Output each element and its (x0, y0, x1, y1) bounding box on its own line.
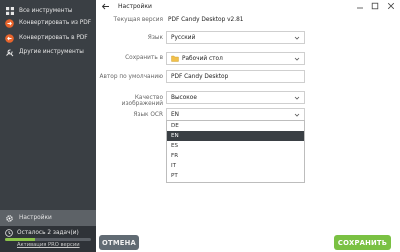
sidebar-item-settings[interactable]: Настройки (0, 210, 96, 226)
tasks-progress-fill (5, 238, 36, 241)
ocr-language-option[interactable]: DE (167, 121, 304, 131)
language-label: Язык (147, 35, 163, 41)
task-status: Осталось 2 задач(и) Активация PRO версии (0, 226, 96, 252)
chevron-down-icon (294, 56, 300, 62)
language-select[interactable]: Русский (166, 31, 305, 44)
image-quality-label: Качество изображений (121, 95, 163, 107)
version-label: Текущая версия (113, 17, 164, 23)
window-title: Настройки (118, 3, 152, 10)
maximize-icon[interactable] (370, 1, 380, 11)
gear-icon (5, 214, 14, 223)
sidebar: Все инструменты Конвертировать из PDF Ко… (0, 0, 96, 252)
author-input[interactable]: PDF Candy Desktop (166, 70, 305, 83)
tasks-remaining: Осталось 2 задач(и) (5, 229, 79, 237)
chevron-down-icon (294, 95, 300, 101)
sidebar-item-convert-from-pdf[interactable]: Конвертировать из PDF (0, 15, 96, 31)
close-icon[interactable] (386, 1, 396, 11)
sidebar-item-label: Настройки (19, 215, 52, 221)
author-label: Автор по умолчанию (99, 74, 163, 80)
version-value: PDF Candy Desktop v2.81 (168, 17, 244, 23)
sidebar-item-label: Конвертировать из PDF (19, 20, 92, 26)
save-to-select[interactable]: Рабочий стол (166, 52, 305, 65)
sidebar-item-label: Все инструменты (19, 8, 73, 14)
tasks-progress-bar (5, 238, 91, 241)
ocr-language-option[interactable]: EN (167, 131, 304, 141)
minimize-icon[interactable] (355, 1, 365, 11)
ocr-language-dropdown: DE EN ES FR IT PT (166, 120, 305, 183)
cancel-button[interactable]: ОТМЕНА (99, 235, 139, 250)
save-button[interactable]: СОХРАНИТЬ (334, 235, 391, 250)
language-select-value: Русский (171, 34, 196, 41)
sidebar-item-other-tools[interactable]: Другие инструменты (0, 44, 96, 60)
sidebar-item-label: Другие инструменты (19, 49, 84, 55)
author-input-value: PDF Candy Desktop (171, 73, 229, 80)
chevron-down-icon (294, 112, 300, 118)
chevron-down-icon (294, 35, 300, 41)
image-quality-select-value: Высокое (171, 94, 197, 101)
image-quality-select[interactable]: Высокое (166, 91, 305, 104)
ocr-language-option[interactable]: PT (167, 171, 304, 181)
activate-pro-link[interactable]: Активация PRO версии (17, 242, 80, 248)
tools-icon (5, 48, 14, 57)
title-bar: Настройки (96, 0, 400, 13)
clock-icon (5, 229, 13, 237)
ocr-language-option[interactable]: FR (167, 151, 304, 161)
ocr-language-option[interactable]: ES (167, 141, 304, 151)
arrow-out-icon (5, 18, 14, 28)
save-to-label: Сохранить в (125, 55, 163, 61)
ocr-language-option[interactable]: IT (167, 161, 304, 171)
sidebar-item-label: Конвертировать в PDF (19, 35, 88, 41)
back-arrow-icon[interactable] (101, 2, 110, 11)
ocr-language-label: Язык OCR (133, 112, 163, 118)
folder-icon (171, 55, 179, 63)
ocr-language-select-value: EN (171, 111, 179, 118)
tasks-remaining-label: Осталось 2 задач(и) (17, 230, 79, 236)
arrow-in-icon (5, 33, 14, 43)
save-to-select-value: Рабочий стол (182, 55, 223, 62)
